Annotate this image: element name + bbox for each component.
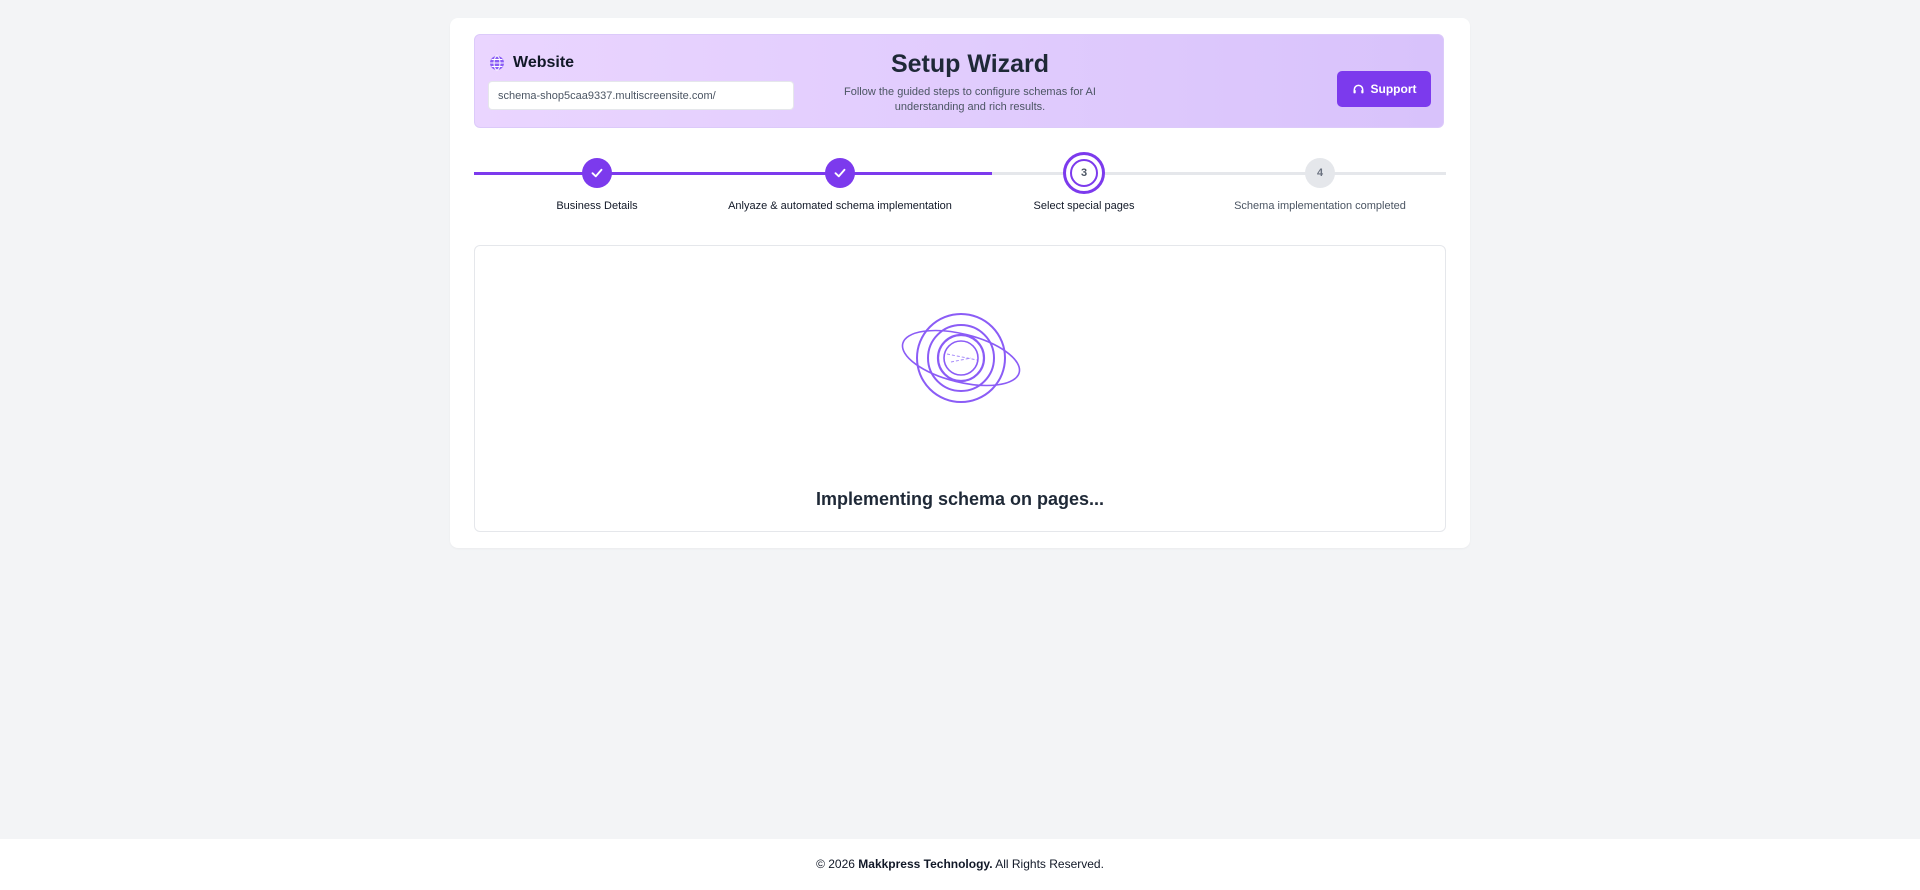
step-2-indicator <box>825 158 855 188</box>
step-4-indicator: 4 <box>1305 158 1335 188</box>
footer: © 2026 Makkpress Technology. All Rights … <box>0 839 1920 890</box>
footer-company: Makkpress Technology. <box>858 857 993 871</box>
headset-icon <box>1352 83 1365 96</box>
step-schema-completed[interactable]: 4 Schema implementation completed <box>1200 148 1440 212</box>
step-3-indicator: 3 <box>1063 152 1105 194</box>
footer-copyright: © 2026 <box>816 857 855 871</box>
website-url-input[interactable] <box>488 81 794 110</box>
implementation-panel: Implementing schema on pages... <box>474 245 1446 532</box>
page: Website Setup Wizard Follow the guided s… <box>0 0 1920 890</box>
step-3-number: 3 <box>1070 159 1098 187</box>
check-icon <box>833 166 847 180</box>
wizard-stepper: Business Details Anlyaze & automated sch… <box>474 148 1446 228</box>
step-1-indicator <box>582 158 612 188</box>
website-label-text: Website <box>513 54 575 71</box>
footer-rights: All Rights Reserved. <box>995 857 1104 871</box>
check-icon <box>590 166 604 180</box>
step-select-special-pages[interactable]: 3 Select special pages <box>964 148 1204 212</box>
wizard-header: Website Setup Wizard Follow the guided s… <box>474 34 1444 128</box>
page-title: Setup Wizard <box>890 50 1050 78</box>
step-4-label: Schema implementation completed <box>1234 200 1406 212</box>
orbit-loader-icon <box>893 308 1029 408</box>
page-subtitle: Follow the guided steps to configure sch… <box>844 86 1096 113</box>
globe-icon <box>489 55 505 71</box>
status-text: Implementing schema on pages... <box>815 489 1105 509</box>
step-3-label: Select special pages <box>1033 200 1135 212</box>
step-2-label: Anlyaze & automated schema implementatio… <box>728 200 952 212</box>
website-label: Website <box>489 54 574 72</box>
title-block: Setup Wizard Follow the guided steps to … <box>795 49 1145 115</box>
setup-wizard-card: Website Setup Wizard Follow the guided s… <box>450 18 1470 548</box>
step-1-label: Business Details <box>556 200 638 212</box>
step-business-details[interactable]: Business Details <box>477 148 717 212</box>
support-button[interactable]: Support <box>1337 71 1431 107</box>
support-button-label: Support <box>1370 82 1417 96</box>
step-analyze-schema[interactable]: Anlyaze & automated schema implementatio… <box>720 148 960 212</box>
